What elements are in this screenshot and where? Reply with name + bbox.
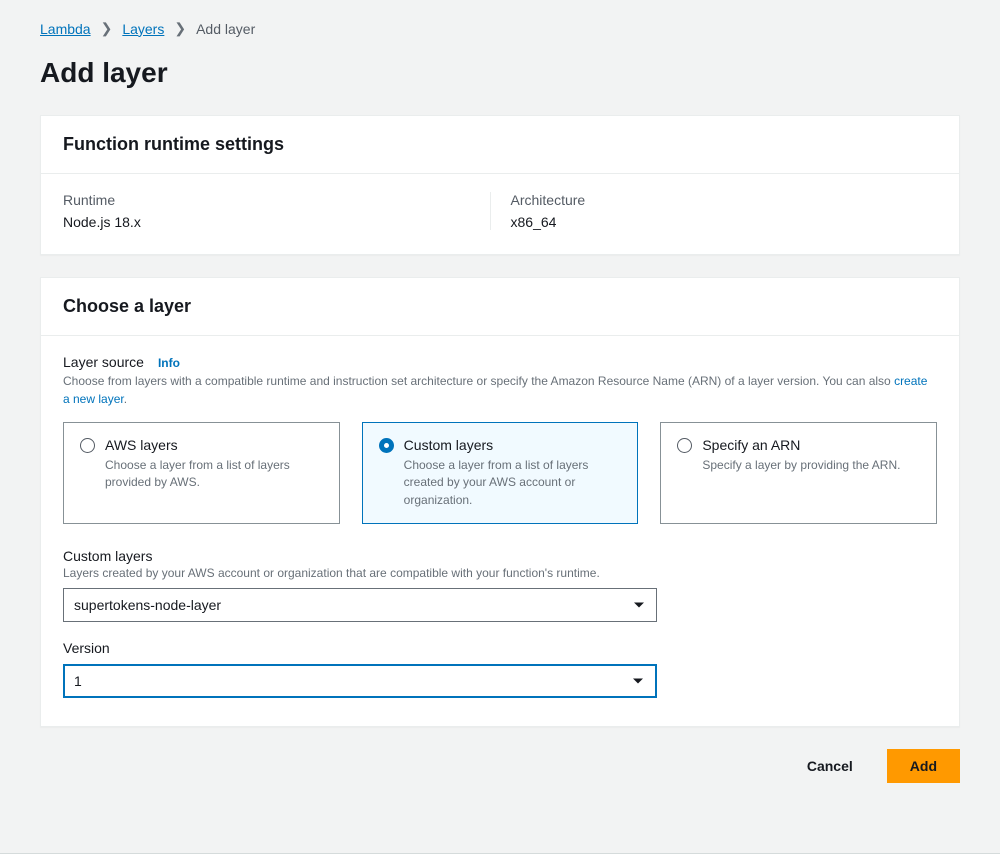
runtime-value: Node.js 18.x [63,214,470,230]
layer-source-description: Choose from layers with a compatible run… [63,372,937,408]
caret-down-icon [633,679,643,684]
chevron-right-icon: ❯ [101,20,113,37]
panel-header: Function runtime settings [41,116,959,174]
runtime-label: Runtime [63,192,470,208]
version-field: Version 1 [63,640,937,698]
radio-title: AWS layers [105,437,178,453]
breadcrumb-layers[interactable]: Layers [122,21,164,37]
custom-layers-select[interactable]: supertokens-node-layer [63,588,657,622]
architecture-label: Architecture [511,192,918,208]
custom-layers-field: Custom layers Layers created by your AWS… [63,548,937,622]
radio-aws-layers[interactable]: AWS layers Choose a layer from a list of… [63,422,340,524]
radio-title: Custom layers [404,437,493,453]
cancel-button[interactable]: Cancel [785,749,875,783]
radio-desc: Specify a layer by providing the ARN. [702,457,920,474]
runtime-settings-panel: Function runtime settings Runtime Node.j… [40,115,960,255]
chevron-right-icon: ❯ [174,20,186,37]
radio-desc: Choose a layer from a list of layers pro… [105,457,323,492]
info-link[interactable]: Info [158,356,180,370]
breadcrumb-current: Add layer [196,21,255,37]
radio-icon [80,438,95,453]
runtime-settings-heading: Function runtime settings [63,134,937,155]
breadcrumb-lambda[interactable]: Lambda [40,21,91,37]
runtime-field: Runtime Node.js 18.x [63,192,490,230]
radio-icon [677,438,692,453]
radio-specify-arn[interactable]: Specify an ARN Specify a layer by provid… [660,422,937,524]
choose-layer-heading: Choose a layer [63,296,937,317]
architecture-value: x86_64 [511,214,918,230]
panel-header: Choose a layer [41,278,959,336]
select-value: supertokens-node-layer [74,597,221,613]
select-value: 1 [74,673,82,689]
version-select[interactable]: 1 [63,664,657,698]
form-actions: Cancel Add [40,749,960,783]
radio-icon [379,438,394,453]
breadcrumb: Lambda ❯ Layers ❯ Add layer [40,20,960,37]
radio-custom-layers[interactable]: Custom layers Choose a layer from a list… [362,422,639,524]
layer-source-label: Layer source [63,354,144,370]
choose-layer-panel: Choose a layer Layer source Info Choose … [40,277,960,727]
radio-desc: Choose a layer from a list of layers cre… [404,457,622,509]
add-button[interactable]: Add [887,749,960,783]
page-title: Add layer [40,57,960,89]
radio-title: Specify an ARN [702,437,800,453]
architecture-field: Architecture x86_64 [490,192,938,230]
caret-down-icon [634,603,644,608]
layer-source-radio-group: AWS layers Choose a layer from a list of… [63,422,937,524]
version-label: Version [63,640,937,656]
custom-layers-label: Custom layers [63,548,937,564]
custom-layers-desc: Layers created by your AWS account or or… [63,566,937,580]
